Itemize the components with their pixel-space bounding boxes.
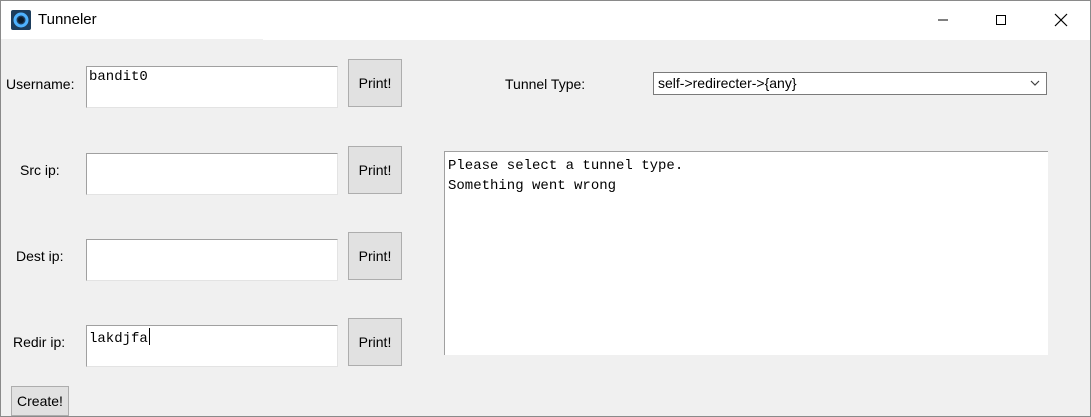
output-line: Something went wrong bbox=[448, 178, 617, 194]
username-label: Username: bbox=[6, 76, 75, 92]
src-ip-label: Src ip: bbox=[20, 162, 60, 178]
print-redir-ip-button[interactable]: Print! bbox=[348, 318, 402, 366]
title-bar[interactable]: Tunneler bbox=[1, 1, 1090, 39]
dest-ip-input[interactable] bbox=[86, 239, 338, 281]
output-textarea[interactable]: Please select a tunnel type. Something w… bbox=[444, 151, 1048, 355]
output-line: Please select a tunnel type. bbox=[448, 158, 684, 174]
chevron-down-icon bbox=[1030, 80, 1040, 86]
print-src-ip-button[interactable]: Print! bbox=[348, 146, 402, 194]
maximize-icon bbox=[996, 15, 1006, 25]
maximize-button[interactable] bbox=[972, 1, 1030, 39]
dest-ip-label: Dest ip: bbox=[16, 248, 64, 264]
tunnel-type-select[interactable]: self->redirecter->{any} bbox=[653, 72, 1047, 95]
window-title: Tunneler bbox=[38, 11, 97, 28]
tunneler-window: Tunneler Username: bandit0 Print! Src ip… bbox=[0, 0, 1091, 417]
print-username-button[interactable]: Print! bbox=[348, 59, 402, 107]
create-button[interactable]: Create! bbox=[11, 386, 69, 416]
username-input-value: bandit0 bbox=[89, 69, 148, 85]
minimize-button[interactable] bbox=[914, 1, 972, 39]
print-dest-ip-button[interactable]: Print! bbox=[348, 232, 402, 280]
tunneler-app-icon bbox=[11, 10, 31, 30]
redir-ip-label: Redir ip: bbox=[13, 334, 66, 350]
close-button[interactable] bbox=[1032, 1, 1090, 39]
redir-ip-input-value: lakdjfa bbox=[89, 331, 148, 347]
redir-ip-input[interactable]: lakdjfa bbox=[86, 325, 338, 367]
close-icon bbox=[1054, 13, 1068, 27]
src-ip-input[interactable] bbox=[86, 153, 338, 195]
minimize-icon bbox=[938, 19, 948, 21]
tunnel-type-label: Tunnel Type: bbox=[505, 76, 586, 92]
text-cursor bbox=[148, 328, 150, 345]
tunnel-type-selected-value: self->redirecter->{any} bbox=[658, 75, 797, 91]
client-top-divider bbox=[263, 39, 1090, 40]
username-input[interactable]: bandit0 bbox=[86, 66, 338, 108]
